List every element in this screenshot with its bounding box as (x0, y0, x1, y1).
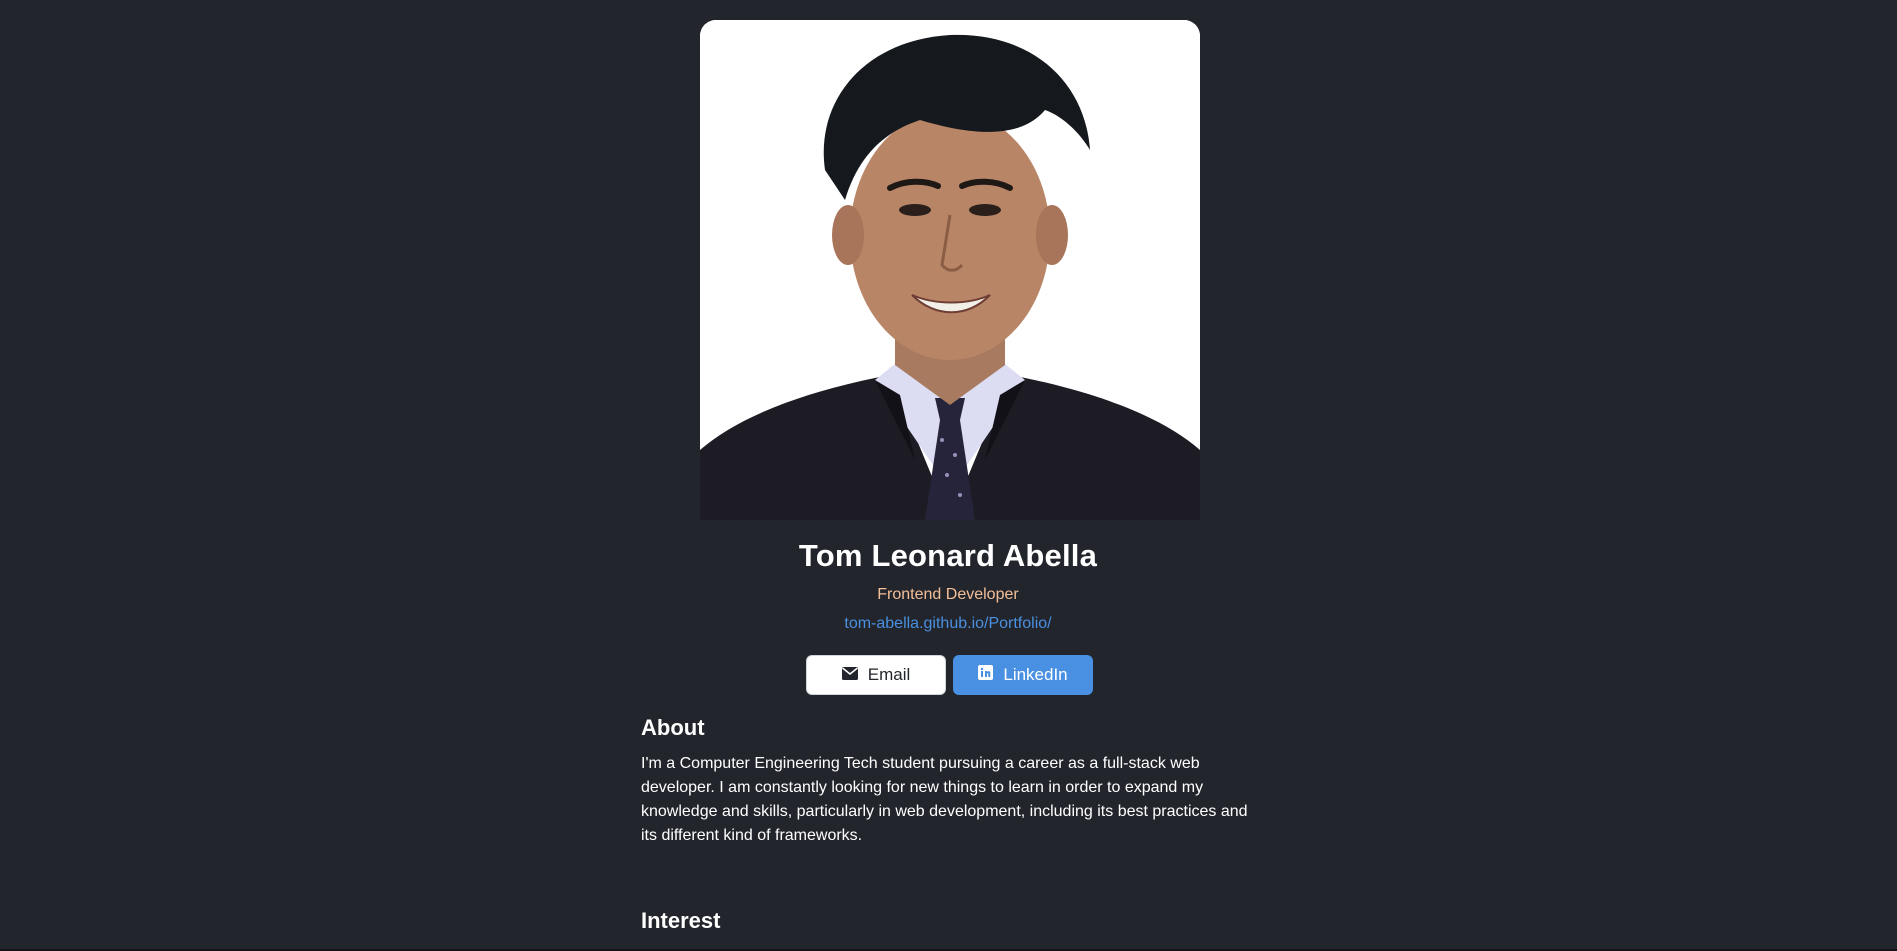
profile-role: Frontend Developer (877, 586, 1019, 603)
email-button-label: Email (867, 665, 911, 684)
portfolio-link[interactable]: tom-abella.github.io/Portfolio/ (641, 615, 1255, 633)
interest-heading: Interest (641, 908, 721, 933)
page: Tom Leonard Abella Frontend Developer to… (0, 0, 1897, 951)
envelope-icon (841, 665, 858, 685)
person-portrait-icon (700, 20, 1200, 520)
about-text: I'm a Computer Engineering Tech student … (641, 755, 1248, 844)
about-heading: About (641, 715, 705, 740)
linkedin-button[interactable]: LinkedIn (953, 655, 1093, 695)
profile-photo (700, 20, 1200, 520)
linkedin-button-label: LinkedIn (1003, 665, 1068, 684)
linkedin-icon (978, 665, 994, 685)
email-button[interactable]: Email (806, 655, 946, 695)
profile-name: Tom Leonard Abella (798, 538, 1098, 573)
